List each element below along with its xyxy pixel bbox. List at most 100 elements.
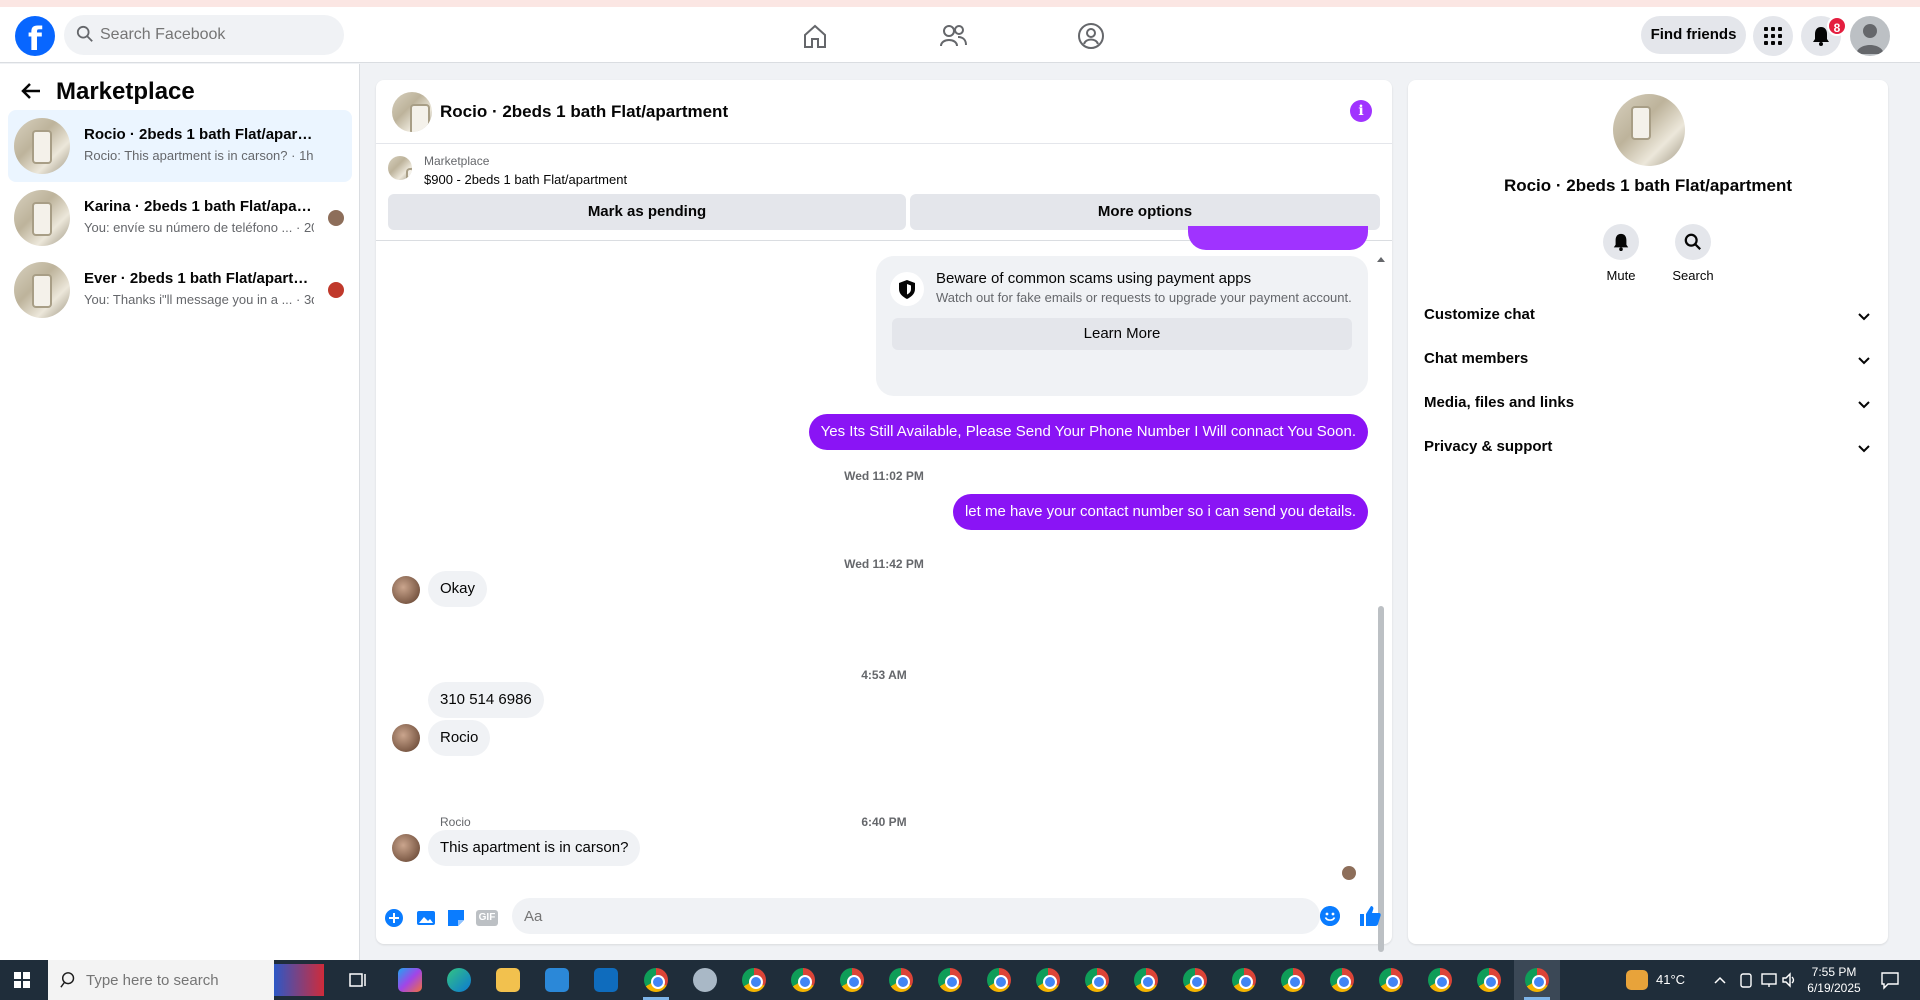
friends-icon[interactable]: [938, 21, 968, 51]
sender-avatar[interactable]: [392, 724, 420, 752]
media-files-links-section[interactable]: Media, files and links: [1424, 382, 1872, 426]
chat-listing-thumbnail[interactable]: [392, 92, 432, 132]
top-accent-line: [0, 0, 1920, 7]
marketplace-listing-thumbnail: [388, 156, 412, 180]
sticker-icon[interactable]: [446, 908, 466, 928]
listing-price-title[interactable]: $900 - 2beds 1 bath Flat/apartment: [424, 172, 627, 187]
thumbs-up-icon[interactable]: [1358, 904, 1382, 928]
chrome-icon[interactable]: [987, 968, 1011, 992]
chrome-icon[interactable]: [1232, 968, 1256, 992]
customize-chat-section[interactable]: Customize chat: [1424, 294, 1872, 338]
clipped-message-bubble: [1188, 226, 1368, 250]
weather-icon[interactable]: [1626, 970, 1648, 990]
listing-thumbnail: [14, 262, 70, 318]
mute-label: Mute: [1606, 268, 1636, 283]
chrome-icon[interactable]: [1525, 968, 1549, 992]
outgoing-message[interactable]: Yes Its Still Available, Please Send You…: [808, 414, 1368, 450]
search-icon: [1684, 233, 1701, 250]
photo-icon[interactable]: [416, 908, 436, 928]
search-action[interactable]: Search: [1663, 224, 1723, 283]
learn-more-button[interactable]: Learn More: [892, 318, 1352, 350]
sender-avatar[interactable]: [392, 834, 420, 862]
marketplace-label: Marketplace: [424, 154, 490, 168]
conversation-item[interactable]: Karina · 2beds 1 bath Flat/apart... You:…: [8, 182, 352, 254]
search-input[interactable]: [100, 15, 330, 55]
scroll-up-icon[interactable]: [1376, 255, 1386, 263]
weather-temperature[interactable]: 41°C: [1656, 972, 1685, 987]
system-clock[interactable]: 7:55 PM 6/19/2025: [1798, 964, 1870, 996]
edge-icon[interactable]: [447, 968, 471, 992]
page-scrollbar[interactable]: [1904, 64, 1920, 960]
sender-avatar[interactable]: [392, 576, 420, 604]
facebook-logo[interactable]: f: [15, 16, 55, 56]
conversation-item[interactable]: Ever · 2beds 1 bath Flat/apartme... You:…: [8, 254, 352, 326]
chat-title[interactable]: Rocio · 2beds 1 bath Flat/apartment: [440, 102, 728, 122]
incoming-message[interactable]: This apartment is in carson?: [428, 830, 641, 866]
chrome-icon[interactable]: [1477, 968, 1501, 992]
seen-avatar: [328, 210, 344, 226]
chrome-icon[interactable]: [1036, 968, 1060, 992]
incoming-message[interactable]: Okay: [428, 571, 488, 607]
chat-panel: Rocio · 2beds 1 bath Flat/apartment i Ma…: [376, 80, 1392, 952]
store-icon[interactable]: [545, 968, 569, 992]
copilot-icon[interactable]: [398, 968, 422, 992]
chrome-icon[interactable]: [1330, 968, 1354, 992]
windows-taskbar: 41°C 7:55 PM 6/19/2025: [0, 960, 1920, 1000]
chrome-icon[interactable]: [1134, 968, 1158, 992]
find-friends-button[interactable]: Find friends: [1641, 16, 1746, 54]
chrome-icon[interactable]: [889, 968, 913, 992]
emoji-icon[interactable]: [1320, 906, 1340, 926]
listing-photo[interactable]: [1613, 94, 1685, 166]
gif-icon[interactable]: GIF: [476, 910, 498, 926]
conversation-snippet: You: Thanks i"ll message you in a ... · …: [84, 292, 314, 307]
chrome-icon[interactable]: [791, 968, 815, 992]
file-explorer-icon[interactable]: [496, 968, 520, 992]
facebook-search[interactable]: [64, 15, 344, 55]
mute-action[interactable]: Mute: [1591, 224, 1651, 283]
windows-start-icon[interactable]: [14, 972, 30, 988]
task-view-icon[interactable]: [346, 968, 370, 992]
chrome-icon[interactable]: [840, 968, 864, 992]
back-arrow-icon[interactable]: [20, 80, 42, 102]
groups-icon[interactable]: [1076, 21, 1106, 51]
notification-center-icon[interactable]: [1880, 970, 1900, 990]
chevron-up-icon[interactable]: [1712, 970, 1728, 990]
chat-scrollbar[interactable]: [1376, 250, 1386, 952]
volume-icon[interactable]: [1780, 971, 1798, 989]
network-icon[interactable]: [1760, 971, 1778, 989]
plus-circle-icon[interactable]: [384, 908, 404, 928]
info-icon[interactable]: i: [1350, 100, 1372, 122]
chrome-icon[interactable]: [742, 968, 766, 992]
sidebar-title: Marketplace: [56, 78, 195, 105]
mark-pending-button[interactable]: Mark as pending: [388, 194, 906, 230]
grid-menu-icon: [1764, 27, 1782, 45]
outgoing-message[interactable]: let me have your contact number so i can…: [952, 494, 1368, 530]
chrome-icon[interactable]: [1183, 968, 1207, 992]
outlook-icon[interactable]: [594, 968, 618, 992]
app-icon[interactable]: [693, 968, 717, 992]
chrome-icon[interactable]: [1281, 968, 1305, 992]
incoming-message[interactable]: Rocio: [428, 720, 491, 756]
taskbar-search[interactable]: [48, 960, 274, 1000]
message-input[interactable]: [512, 898, 1320, 934]
chrome-icon[interactable]: [938, 968, 962, 992]
chat-members-section[interactable]: Chat members: [1424, 338, 1872, 382]
menu-button[interactable]: [1753, 16, 1793, 56]
chrome-icon[interactable]: [1085, 968, 1109, 992]
battery-icon[interactable]: [1738, 971, 1756, 989]
listing-thumbnail: [14, 190, 70, 246]
news-widget-icon[interactable]: [274, 964, 324, 996]
conversation-snippet: Rocio: This apartment is in carson? · 1h: [84, 148, 314, 163]
chrome-icon[interactable]: [1379, 968, 1403, 992]
chrome-icon[interactable]: [644, 968, 668, 992]
more-options-button[interactable]: More options: [910, 194, 1380, 230]
privacy-support-section[interactable]: Privacy & support: [1424, 426, 1872, 470]
home-icon[interactable]: [800, 21, 830, 51]
taskbar-search-input[interactable]: [86, 960, 266, 1000]
chrome-icon[interactable]: [1428, 968, 1452, 992]
incoming-message[interactable]: 310 514 6986: [428, 682, 544, 718]
scam-warning-card: Beware of common scams using payment app…: [876, 256, 1368, 396]
account-avatar[interactable]: [1850, 16, 1890, 56]
conversation-item[interactable]: Rocio · 2beds 1 bath Flat/apartment Roci…: [8, 110, 352, 182]
chevron-down-icon: [1858, 445, 1870, 453]
